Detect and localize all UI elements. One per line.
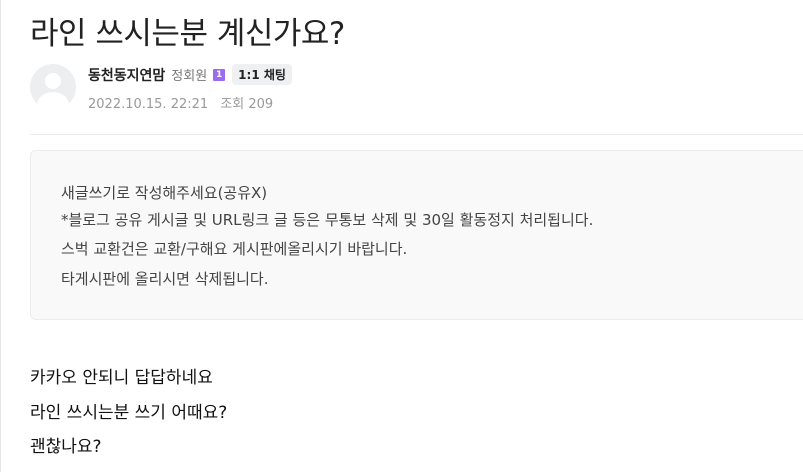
avatar[interactable]	[30, 64, 76, 110]
post-body-line: 라인 쓰시는분 쓰기 어때요?	[30, 403, 228, 423]
divider	[30, 134, 803, 135]
grade-badge-icon: 1	[213, 68, 226, 81]
post-meta: 2022.10.15. 22:21 조회 209	[88, 93, 273, 112]
notice-line: 타게시판에 올리시면 삭제됩니다.	[61, 270, 269, 288]
notice-line: 새글쓰기로 작성해주세요(공유X)	[61, 184, 268, 202]
post-body-line: 괜찮나요?	[30, 437, 102, 457]
avatar-body-shape	[37, 92, 69, 110]
post-body-line: 카카오 안되니 답답하네요	[30, 368, 213, 388]
member-grade: 정회원	[171, 69, 208, 84]
notice-line: *블로그 공유 게시글 및 URL링크 글 등은 무통보 삭제 및 30일 활동…	[61, 211, 594, 229]
post-date: 2022.10.15. 22:21	[88, 97, 209, 112]
author-name[interactable]: 동천동지연맘	[88, 65, 165, 85]
notice-line: 스벅 교환건은 교환/구해요 게시판에올리시기 바랍니다.	[61, 240, 408, 258]
author-row: 동천동지연맘 정회원 1 1:1 채팅	[88, 64, 292, 85]
avatar-head-shape	[45, 73, 61, 89]
left-border	[0, 0, 1, 472]
view-count: 조회 209	[220, 97, 274, 112]
notice-box: 새글쓰기로 작성해주세요(공유X) *블로그 공유 게시글 및 URL링크 글 …	[30, 150, 803, 320]
post-title: 라인 쓰시는분 계신가요?	[30, 16, 345, 52]
chat-button[interactable]: 1:1 채팅	[232, 64, 292, 85]
